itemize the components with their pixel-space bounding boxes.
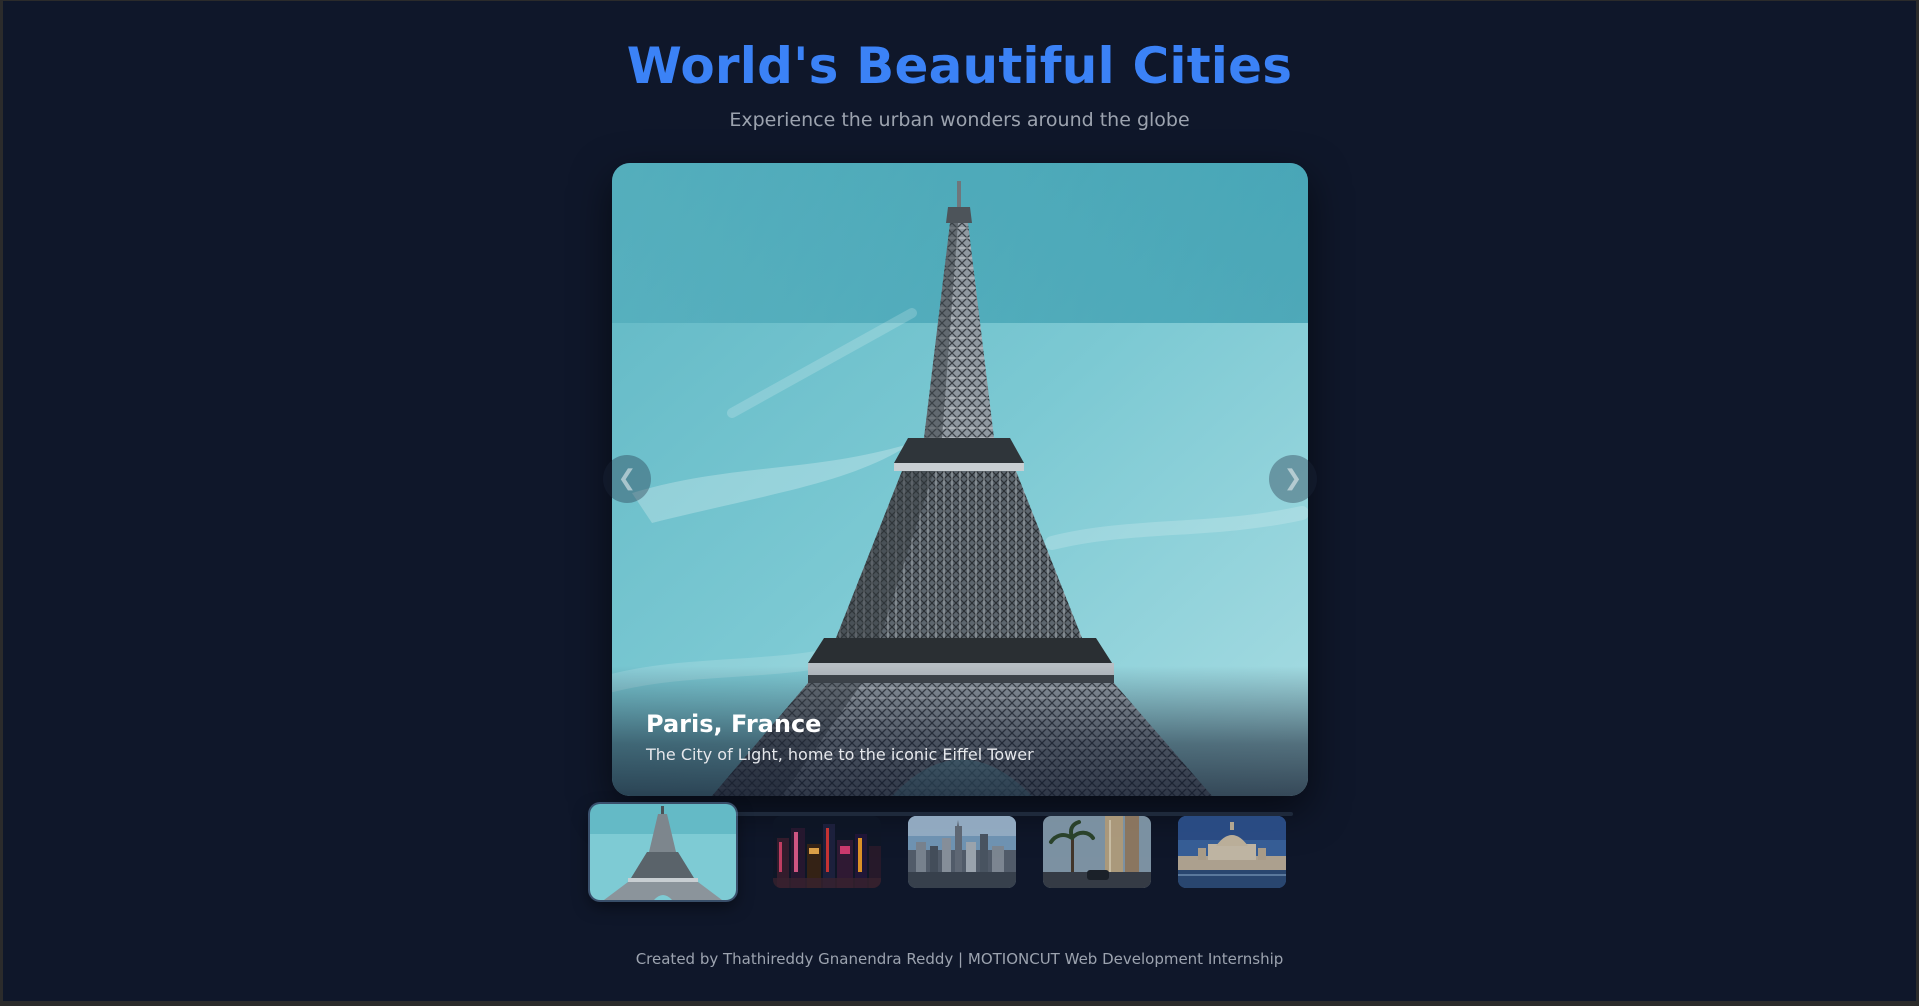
thumbnail-3[interactable] <box>908 816 1016 888</box>
domed-cathedral-thumbnail <box>1178 816 1286 888</box>
footer-credit: Created by Thathireddy Gnanendra Reddy |… <box>635 950 1284 968</box>
chevron-left-icon: ❮ <box>617 466 637 491</box>
palm-street-thumbnail <box>1043 816 1151 888</box>
chevron-right-icon: ❯ <box>1283 466 1303 491</box>
page-subtitle: Experience the urban wonders around the … <box>729 109 1190 131</box>
thumbnail-1[interactable] <box>590 804 736 900</box>
eiffel-tower-thumbnail <box>590 804 736 900</box>
page-title: World's Beautiful Cities <box>626 37 1293 95</box>
next-slide-button[interactable]: ❯ <box>1269 455 1317 503</box>
prev-slide-button[interactable]: ❮ <box>603 455 651 503</box>
thumbnail-5[interactable] <box>1178 816 1286 888</box>
thumbnail-4[interactable] <box>1043 816 1151 888</box>
thumbnail-2[interactable] <box>773 816 881 888</box>
page: World's Beautiful Cities Experience the … <box>3 1 1916 1001</box>
slide-caption: Paris, France The City of Light, home to… <box>612 666 1308 796</box>
night-city-thumbnail <box>773 816 881 888</box>
skyline-thumbnail <box>908 816 1016 888</box>
main-slide[interactable]: Paris, France The City of Light, home to… <box>612 163 1308 796</box>
slide-title: Paris, France <box>646 710 822 738</box>
slide-description: The City of Light, home to the iconic Ei… <box>646 745 1034 764</box>
